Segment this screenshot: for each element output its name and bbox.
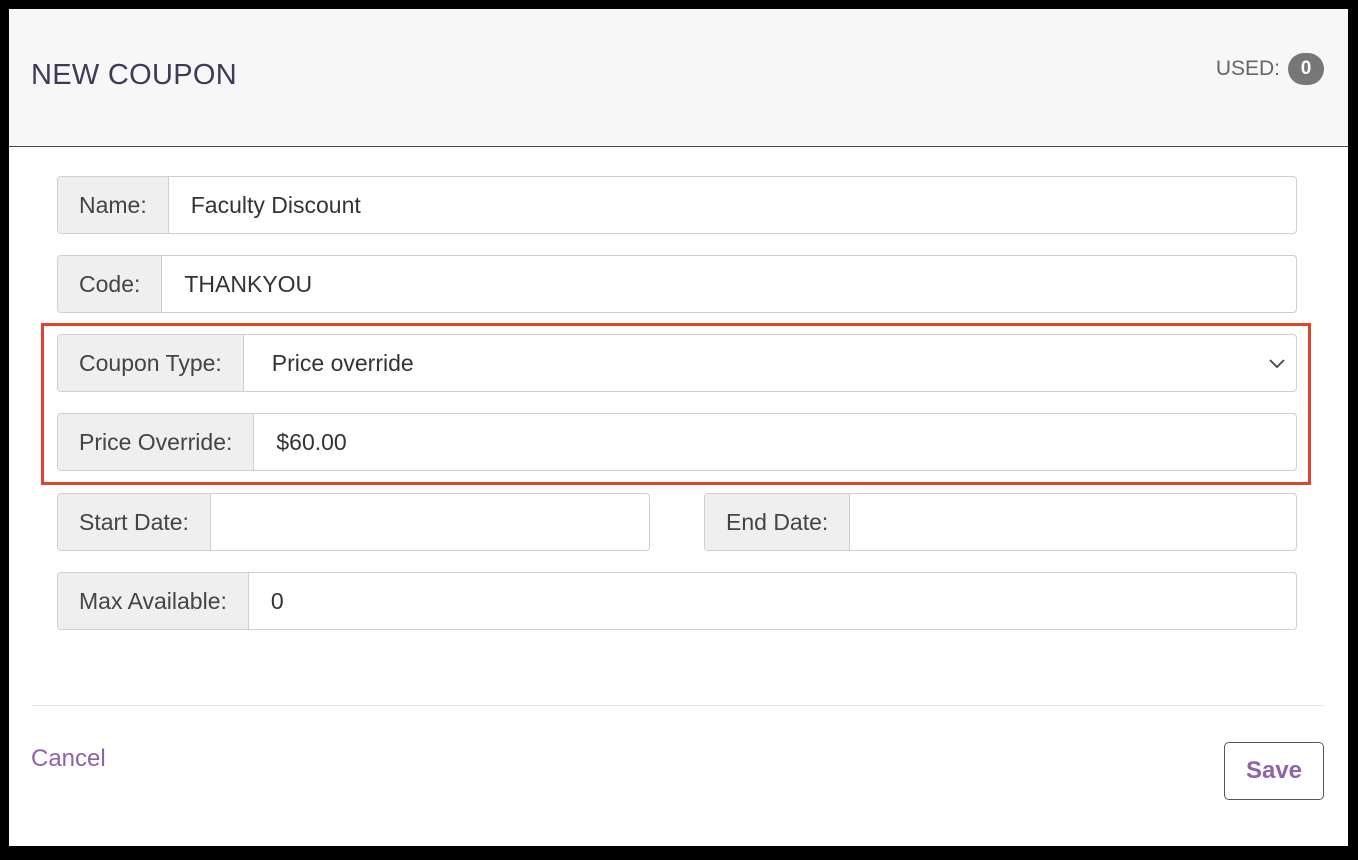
end-date-input[interactable]	[850, 494, 1296, 550]
name-group: Name: Faculty Discount	[57, 176, 1297, 234]
cancel-link[interactable]: Cancel	[31, 745, 106, 773]
footer-divider	[31, 705, 1325, 706]
code-group: Code: THANKYOU	[57, 255, 1297, 313]
modal-header: NEW COUPON USED: 0	[9, 9, 1348, 147]
code-label: Code:	[58, 256, 163, 312]
name-label: Name:	[58, 177, 169, 233]
new-coupon-modal: NEW COUPON USED: 0 Name: Faculty Discoun…	[9, 9, 1348, 846]
end-date-group: End Date:	[704, 493, 1297, 551]
save-button[interactable]: Save	[1224, 742, 1324, 800]
end-date-label: End Date:	[705, 494, 851, 550]
max-available-input[interactable]: 0	[249, 573, 1296, 629]
max-available-group: Max Available: 0	[57, 572, 1297, 630]
start-date-label: Start Date:	[58, 494, 211, 550]
name-input[interactable]: Faculty Discount	[169, 177, 1296, 233]
start-date-input[interactable]	[211, 494, 649, 550]
highlight-box	[41, 323, 1311, 485]
used-counter: USED: 0	[1216, 53, 1324, 85]
used-label: USED:	[1215, 57, 1280, 80]
code-input[interactable]: THANKYOU	[162, 256, 1296, 312]
start-date-group: Start Date:	[57, 493, 650, 551]
page-title: NEW COUPON	[31, 59, 237, 91]
used-count-badge: 0	[1288, 53, 1324, 85]
max-available-label: Max Available:	[58, 573, 249, 629]
